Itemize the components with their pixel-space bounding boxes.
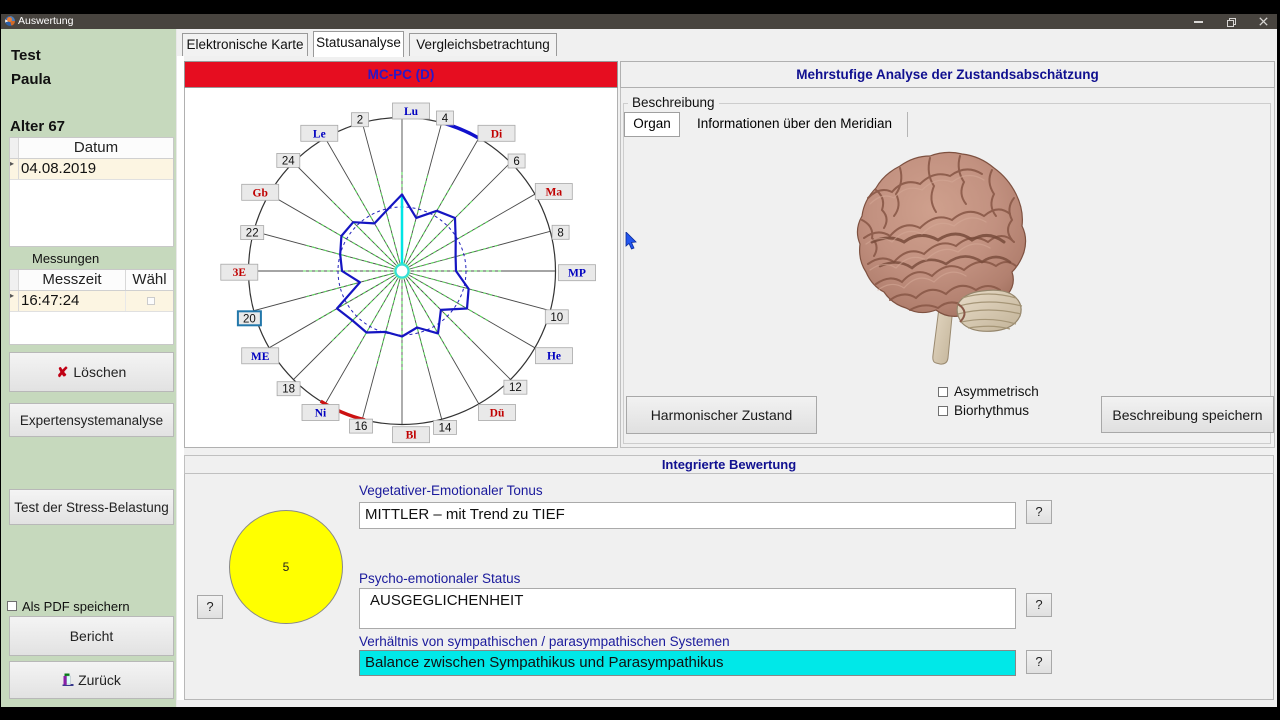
svg-text:12: 12 — [509, 382, 522, 394]
svg-text:Di: Di — [491, 128, 503, 140]
svg-text:4: 4 — [442, 113, 449, 125]
svg-text:14: 14 — [439, 422, 452, 434]
svg-text:20: 20 — [243, 313, 256, 325]
svg-text:Bl: Bl — [406, 430, 417, 442]
svg-text:Ni: Ni — [315, 408, 327, 420]
svg-text:ME: ME — [251, 351, 270, 363]
svg-text:6: 6 — [513, 156, 519, 168]
svg-text:MP: MP — [568, 268, 586, 280]
svg-text:18: 18 — [282, 384, 295, 396]
svg-text:10: 10 — [550, 312, 563, 324]
svg-text:Lu: Lu — [404, 106, 419, 118]
svg-text:2: 2 — [357, 115, 363, 127]
svg-text:Le: Le — [313, 128, 326, 140]
svg-text:Ma: Ma — [545, 187, 562, 199]
svg-text:22: 22 — [246, 228, 259, 240]
svg-text:3E: 3E — [233, 267, 247, 279]
svg-text:Gb: Gb — [253, 187, 268, 199]
svg-text:8: 8 — [557, 227, 563, 239]
svg-text:24: 24 — [282, 155, 295, 167]
svg-text:He: He — [547, 351, 561, 363]
svg-text:Dü: Dü — [490, 408, 505, 420]
svg-text:16: 16 — [355, 421, 368, 433]
